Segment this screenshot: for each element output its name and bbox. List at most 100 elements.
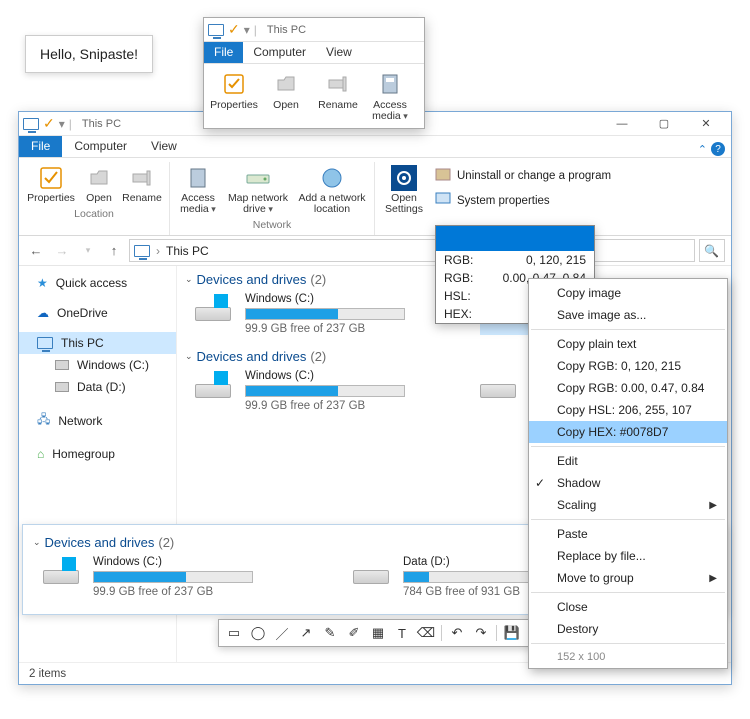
drive-icon — [55, 360, 69, 370]
menu-copy-image[interactable]: Copy image — [529, 282, 727, 304]
chevron-down-icon: ⌄ — [185, 351, 193, 362]
drive-item[interactable]: Windows (C:) 99.9 GB free of 237 GB — [195, 293, 440, 335]
sidebar-item-this-pc[interactable]: This PC — [19, 332, 176, 354]
properties-button[interactable]: Properties — [208, 70, 260, 122]
breadcrumb-text: This PC — [166, 244, 209, 258]
drive-name: Windows (C:) — [93, 556, 253, 568]
drive-free: 99.9 GB free of 237 GB — [245, 400, 405, 412]
menu-scaling[interactable]: Scaling▶ — [529, 494, 727, 516]
open-settings-button[interactable]: Open Settings — [379, 162, 429, 217]
drive-item[interactable]: Windows (C:) 99.9 GB free of 237 GB — [43, 556, 293, 598]
ribbon: Properties Open Rename Location Access m… — [19, 158, 731, 236]
properties-button[interactable]: Properties — [23, 162, 79, 206]
tab-file[interactable]: File — [19, 136, 62, 157]
breadcrumb[interactable]: › This PC — [129, 239, 695, 262]
open-button[interactable]: Open — [260, 70, 312, 122]
check-icon — [220, 70, 248, 98]
mini-title: This PC — [267, 24, 306, 36]
chevron-right-icon: ▶ — [709, 500, 717, 511]
chevron-right-icon: ▶ — [709, 573, 717, 584]
rgb-int-value: 0, 120, 215 — [526, 253, 586, 267]
tool-pen[interactable]: ✎ — [319, 623, 341, 643]
tool-marker[interactable]: ✐ — [343, 623, 365, 643]
sidebar-item-onedrive[interactable]: ☁OneDrive — [19, 302, 176, 324]
drive-icon — [353, 570, 389, 584]
tab-file[interactable]: File — [204, 42, 243, 63]
tool-save[interactable]: 💾 — [501, 623, 523, 643]
menu-copy-rgb-int[interactable]: Copy RGB: 0, 120, 215 — [529, 355, 727, 377]
drive-item[interactable]: Windows (C:) 99.9 GB free of 237 GB — [195, 370, 440, 412]
maximize-button[interactable]: ▢ — [643, 113, 685, 135]
tab-view[interactable]: View — [316, 42, 362, 63]
media-icon — [183, 164, 213, 192]
item-count: 2 items — [29, 668, 66, 680]
sidebar-item-network[interactable]: 🖧Network — [19, 406, 176, 435]
tool-ellipse[interactable]: ◯ — [247, 623, 269, 643]
add-network-location-button[interactable]: Add a network location — [294, 162, 370, 217]
menu-copy-hsl[interactable]: Copy HSL: 206, 255, 107 — [529, 399, 727, 421]
menu-edit[interactable]: Edit — [529, 450, 727, 472]
menu-replace[interactable]: Replace by file... — [529, 545, 727, 567]
search-icon: 🔍 — [704, 244, 719, 258]
close-button[interactable]: ✕ — [685, 113, 727, 135]
drive-icon — [480, 384, 516, 398]
drive-icon — [195, 384, 231, 398]
box-icon — [435, 166, 451, 185]
hex-label: HEX: — [444, 307, 472, 321]
uninstall-program-button[interactable]: Uninstall or change a program — [435, 166, 611, 185]
system-icon — [435, 191, 451, 210]
sidebar-item-homegroup[interactable]: ⌂Homegroup — [19, 443, 176, 465]
collapse-ribbon-icon[interactable]: ⌃ — [698, 143, 707, 156]
tool-text[interactable]: T — [391, 623, 413, 643]
sidebar-item-data-d[interactable]: Data (D:) — [19, 376, 176, 398]
mini-explorer-pin[interactable]: ✓ ▾ | This PC File Computer View Propert… — [203, 17, 425, 129]
mini-tabs: File Computer View — [204, 42, 424, 64]
tab-computer[interactable]: Computer — [243, 42, 316, 63]
sidebar-item-quick-access[interactable]: ★Quick access — [19, 272, 176, 294]
menu-close[interactable]: Close — [529, 596, 727, 618]
tool-mosaic[interactable]: ▦ — [367, 623, 389, 643]
menu-copy-rgb-float[interactable]: Copy RGB: 0.00, 0.47, 0.84 — [529, 377, 727, 399]
hsl-label: HSL: — [444, 289, 471, 303]
tool-rect[interactable]: ▭ — [223, 623, 245, 643]
menu-shadow[interactable]: ✓Shadow — [529, 472, 727, 494]
minimize-button[interactable]: — — [601, 113, 643, 135]
tool-undo[interactable]: ↶ — [446, 623, 468, 643]
capacity-bar — [245, 308, 405, 320]
menu-paste[interactable]: Paste — [529, 523, 727, 545]
menu-save-image[interactable]: Save image as... — [529, 304, 727, 326]
tool-line[interactable]: ／ — [271, 623, 293, 643]
back-button[interactable]: ← — [25, 240, 47, 262]
open-icon — [272, 70, 300, 98]
rename-button[interactable]: Rename — [312, 70, 364, 122]
system-properties-button[interactable]: System properties — [435, 191, 611, 210]
access-media-button[interactable]: Access media ▾ — [364, 70, 416, 122]
tab-view[interactable]: View — [139, 136, 189, 157]
ribbon-group-location: Location — [74, 206, 114, 223]
menu-copy-plain[interactable]: Copy plain text — [529, 333, 727, 355]
open-button[interactable]: Open — [79, 162, 119, 206]
drive-free: 99.9 GB free of 237 GB — [93, 586, 253, 598]
drive-name: Windows (C:) — [245, 293, 405, 305]
tool-arrow[interactable]: ↗ — [295, 623, 317, 643]
recent-button[interactable]: ▾ — [77, 240, 99, 262]
rename-button[interactable]: Rename — [119, 162, 165, 206]
tab-computer[interactable]: Computer — [62, 136, 139, 157]
menu-copy-hex[interactable]: Copy HEX: #0078D7 — [529, 421, 727, 443]
drive-name: Windows (C:) — [245, 370, 405, 382]
menu-move-group[interactable]: Move to group▶ — [529, 567, 727, 589]
search-input[interactable]: 🔍 — [699, 239, 725, 262]
access-media-button[interactable]: Access media ▾ — [174, 162, 222, 217]
sticky-note[interactable]: Hello, Snipaste! — [25, 35, 153, 73]
up-button[interactable]: ↑ — [103, 240, 125, 262]
drive-free: 99.9 GB free of 237 GB — [245, 323, 405, 335]
cloud-icon: ☁ — [37, 306, 49, 320]
help-icon[interactable]: ? — [711, 142, 725, 156]
map-network-drive-button[interactable]: Map network drive ▾ — [222, 162, 294, 217]
tool-redo[interactable]: ↷ — [470, 623, 492, 643]
homegroup-icon: ⌂ — [37, 447, 44, 461]
forward-button[interactable]: → — [51, 240, 73, 262]
sidebar-item-windows-c[interactable]: Windows (C:) — [19, 354, 176, 376]
tool-eraser[interactable]: ⌫ — [415, 623, 437, 643]
menu-destory[interactable]: Destory — [529, 618, 727, 640]
